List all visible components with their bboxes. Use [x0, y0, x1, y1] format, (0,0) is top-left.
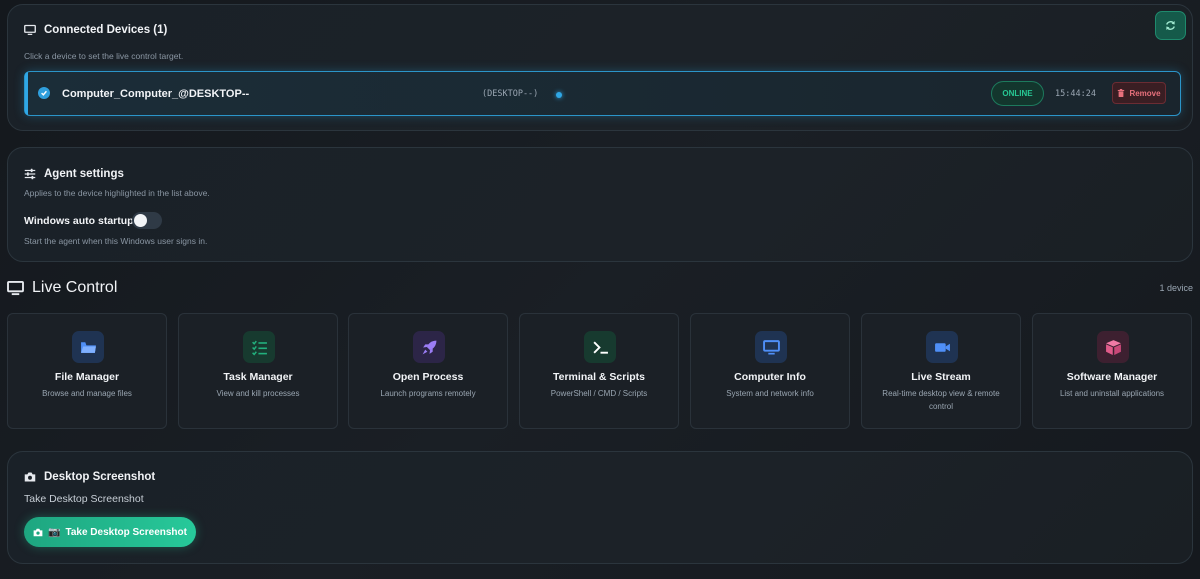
- desktop-screenshot-title: Desktop Screenshot: [24, 471, 155, 483]
- tile-file-manager[interactable]: File Manager Browse and manage files: [7, 313, 167, 429]
- package-icon: [1097, 331, 1129, 363]
- camera-icon: [33, 528, 43, 536]
- auto-startup-help: Start the agent when this Windows user s…: [24, 236, 208, 246]
- connected-devices-subtitle: Click a device to set the live control t…: [24, 51, 184, 61]
- agent-settings-panel: Agent settings Applies to the device hig…: [7, 147, 1193, 262]
- status-dot: [556, 92, 562, 98]
- agent-settings-subtitle: Applies to the device highlighted in the…: [24, 188, 210, 198]
- trash-icon: [1118, 89, 1125, 97]
- tasklist-icon: [243, 331, 275, 363]
- sliders-icon: [24, 168, 36, 180]
- desktop-screenshot-text: Take Desktop Screenshot: [24, 493, 144, 505]
- device-time: 15:44:24: [1055, 89, 1096, 99]
- take-screenshot-button[interactable]: 📷 Take Desktop Screenshot: [24, 517, 196, 547]
- monitor-icon: [7, 280, 24, 295]
- device-host: (DESKTOP--): [482, 89, 539, 99]
- camera-emoji-icon: 📷: [48, 526, 61, 538]
- desktop-screenshot-panel: Desktop Screenshot Take Desktop Screensh…: [7, 451, 1193, 564]
- tile-open-process[interactable]: Open Process Launch programs remotely: [348, 313, 508, 429]
- terminal-icon: [584, 331, 616, 363]
- monitor-icon: [755, 331, 787, 363]
- tile-terminal-scripts[interactable]: Terminal & Scripts PowerShell / CMD / Sc…: [519, 313, 679, 429]
- tile-computer-info[interactable]: Computer Info System and network info: [690, 313, 850, 429]
- auto-startup-label: Windows auto startup: [24, 215, 134, 227]
- connected-devices-title: Connected Devices (1): [24, 24, 167, 36]
- refresh-button[interactable]: [1155, 11, 1186, 40]
- video-icon: [926, 331, 958, 363]
- rocket-icon: [413, 331, 445, 363]
- live-control-title: Live Control: [7, 279, 117, 297]
- tile-live-stream[interactable]: Live Stream Real-time desktop view & rem…: [861, 313, 1021, 429]
- status-badge: ONLINE: [991, 81, 1044, 106]
- check-icon: [38, 87, 50, 99]
- folder-icon: [72, 331, 104, 363]
- device-name: Computer_Computer_@DESKTOP--: [62, 88, 250, 100]
- refresh-icon: [1166, 21, 1175, 30]
- connected-devices-panel: Connected Devices (1) Click a device to …: [7, 4, 1193, 131]
- agent-settings-title: Agent settings: [24, 168, 124, 180]
- device-row[interactable]: Computer_Computer_@DESKTOP-- (DESKTOP--)…: [24, 71, 1181, 116]
- camera-icon: [24, 472, 36, 482]
- auto-startup-toggle[interactable]: [132, 212, 162, 229]
- monitor-icon: [24, 24, 36, 35]
- device-count: 1 device: [1159, 283, 1193, 293]
- tile-software-manager[interactable]: Software Manager List and uninstall appl…: [1032, 313, 1192, 429]
- tile-task-manager[interactable]: Task Manager View and kill processes: [178, 313, 338, 429]
- remove-button[interactable]: Remove: [1112, 82, 1166, 104]
